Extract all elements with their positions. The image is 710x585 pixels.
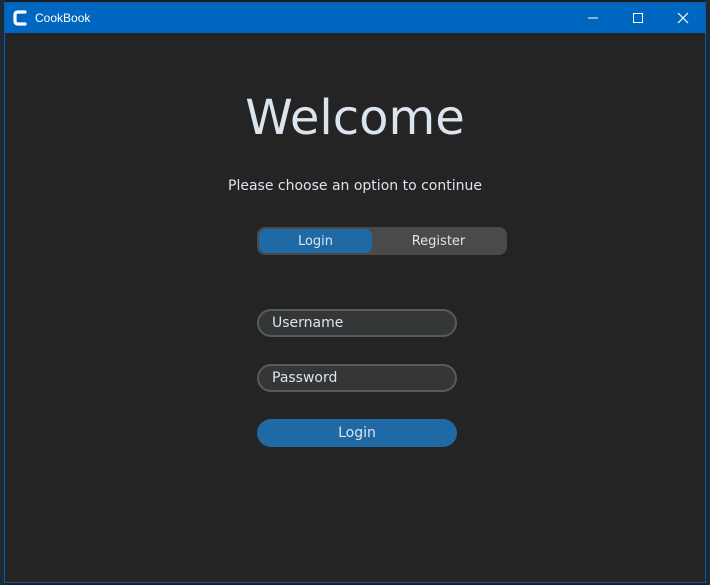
login-register-switch: Login Register	[257, 227, 507, 255]
minimize-button[interactable]	[570, 3, 615, 33]
subtitle-text: Please choose an option to continue	[228, 178, 482, 194]
main-content: Welcome Please choose an option to conti…	[5, 33, 705, 582]
minimize-icon	[587, 17, 598, 19]
window-controls	[570, 3, 705, 33]
app-window: CookBook Welcome Please choose an option…	[4, 2, 706, 583]
tab-register[interactable]: Register	[372, 229, 505, 253]
login-button[interactable]: Login	[257, 419, 457, 447]
welcome-heading: Welcome	[245, 90, 465, 146]
maximize-icon	[632, 13, 643, 23]
window-title: CookBook	[35, 11, 91, 25]
tab-login[interactable]: Login	[259, 229, 372, 253]
password-field[interactable]: Password	[257, 364, 457, 392]
title-bar[interactable]: CookBook	[5, 3, 705, 33]
close-button[interactable]	[660, 3, 705, 33]
cookbook-app-icon	[12, 10, 28, 26]
maximize-button[interactable]	[615, 3, 660, 33]
username-field[interactable]: Username	[257, 309, 457, 337]
close-icon	[677, 12, 688, 24]
